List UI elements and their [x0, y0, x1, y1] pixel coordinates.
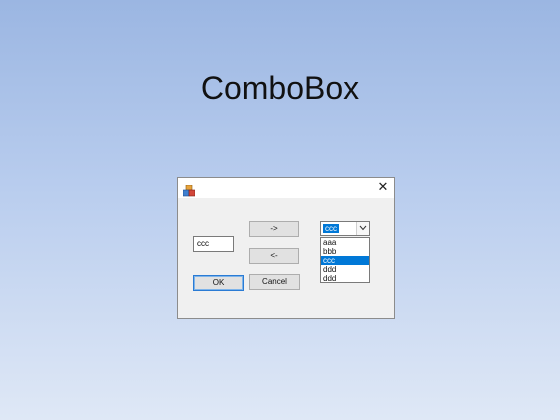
app-icon — [182, 182, 196, 197]
move-right-button[interactable]: -> — [249, 221, 299, 237]
move-left-button[interactable]: <- — [249, 248, 299, 264]
combo-option-highlighted[interactable]: ccc — [321, 256, 369, 265]
combo-option[interactable]: ddd — [321, 265, 369, 274]
combo-box[interactable]: ccc — [320, 221, 370, 236]
ok-button[interactable]: OK — [193, 275, 244, 291]
slide-title: ComboBox — [200, 70, 360, 106]
combo-selected-value: ccc — [323, 224, 339, 233]
text-input[interactable]: ccc — [193, 236, 234, 252]
close-button[interactable]: ✕ — [375, 180, 391, 196]
dropdown-arrow-button[interactable] — [356, 222, 369, 235]
cancel-button[interactable]: Cancel — [249, 274, 300, 290]
combo-option[interactable]: ddd — [321, 274, 369, 283]
title-bar: ✕ — [178, 178, 394, 198]
dialog-window: ✕ -> <- ccc OK Cancel ccc aaa bbb ccc dd… — [177, 177, 395, 319]
combo-option[interactable]: aaa — [321, 238, 369, 247]
combo-dropdown-list: aaa bbb ccc ddd ddd — [320, 237, 370, 283]
combo-option[interactable]: bbb — [321, 247, 369, 256]
chevron-down-icon — [359, 225, 367, 231]
